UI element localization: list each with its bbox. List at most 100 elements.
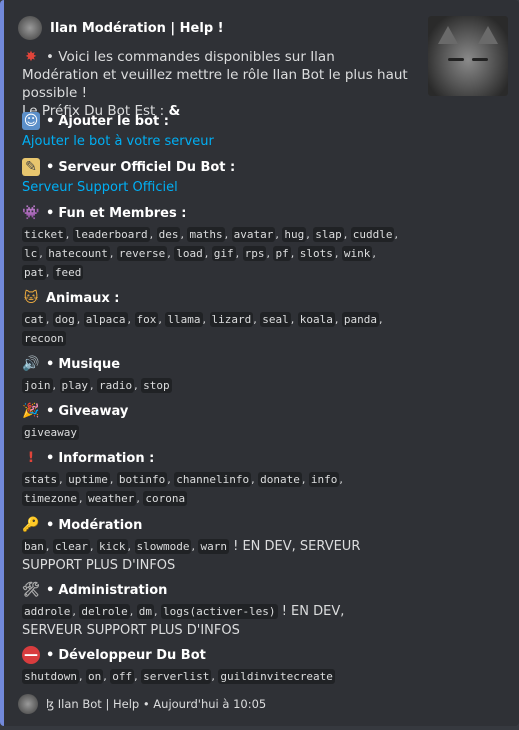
field-title: Fun et Membres :	[58, 205, 187, 221]
comma-separator: ,	[153, 605, 161, 618]
command-code: dm	[136, 604, 154, 619]
command-code: slap	[313, 227, 344, 242]
command-code: radio	[97, 378, 135, 393]
comma-separator: ,	[149, 228, 157, 241]
field-title: Modération	[58, 517, 143, 533]
command-code: off	[110, 669, 135, 684]
command-code: corona	[143, 491, 188, 506]
command-code: hatecount	[46, 246, 110, 261]
command-code: donate	[258, 472, 302, 487]
comma-separator: ,	[202, 313, 210, 326]
command-code: cuddle	[350, 227, 395, 242]
music-commands: join, play, radio, stop	[22, 376, 402, 395]
field-information: ! • Information : stats, uptime, botinfo, …	[22, 448, 402, 508]
field-title: Développeur Du Bot	[58, 647, 206, 663]
cat-icon: 🐱	[23, 290, 39, 306]
embed-card: Ilan Modération | Help ! ✸ • Voici les co…	[0, 0, 519, 726]
comma-separator: ,	[109, 247, 117, 260]
comma-separator: ,	[127, 313, 135, 326]
alien-icon: 👾	[22, 205, 40, 221]
speaker-icon: 🔊	[22, 356, 40, 372]
developer-commands: shutdown, on, off, serverlist, guildinvi…	[22, 667, 402, 686]
key-icon: 🔑	[22, 517, 40, 533]
command-code: seal	[260, 312, 291, 327]
field-title: Ajouter le bot :	[58, 113, 169, 129]
command-code: shutdown	[22, 669, 79, 684]
command-code: ticket	[22, 227, 66, 242]
comma-separator: ,	[52, 379, 60, 392]
command-code: gif	[211, 246, 236, 261]
field-developer: — • Développeur Du Bot shutdown, on, off, …	[22, 645, 402, 686]
command-code: stats	[22, 472, 60, 487]
comma-separator: ,	[224, 228, 232, 241]
cat-eye-right	[472, 58, 488, 61]
command-code: hug	[282, 227, 307, 242]
exclamation-icon: !	[27, 450, 35, 466]
comma-separator: ,	[45, 540, 53, 553]
command-code: recoon	[22, 331, 66, 346]
field-administration: 🛠 • Administration addrole, delrole, dm, l…	[22, 580, 402, 640]
command-code: maths	[187, 227, 225, 242]
robot-icon: ☺	[22, 112, 40, 130]
comma-separator: ,	[78, 492, 86, 505]
command-code: avatar	[231, 227, 276, 242]
add-bot-link[interactable]: Ajouter le bot à votre serveur	[22, 134, 214, 149]
command-code: slowmode	[134, 539, 192, 554]
thumbnail-cat-image[interactable]	[428, 16, 508, 96]
command-code: dog	[52, 312, 77, 327]
command-code: llama	[165, 312, 203, 327]
field-title: Serveur Officiel Du Bot :	[58, 159, 236, 175]
moderation-commands: ban, clear, kick, slowmode, warn ! EN DE…	[22, 537, 402, 575]
description-text: Voici les commandes disponibles sur Ilan…	[22, 49, 408, 101]
command-code: lizard	[209, 312, 254, 327]
command-code: channelinfo	[174, 472, 252, 487]
embed-footer: ɮ Ilan Bot | Help • Aujourd'hui à 10:05	[18, 694, 266, 714]
command-code: uptime	[66, 472, 110, 487]
comma-separator: ,	[129, 605, 137, 618]
comma-separator: ,	[379, 313, 383, 326]
field-moderation: 🔑 • Modération ban, clear, kick, slowmode,…	[22, 515, 402, 575]
command-code: giveaway	[22, 425, 79, 440]
command-code: slots	[297, 246, 335, 261]
comma-separator: ,	[334, 247, 342, 260]
comma-separator: ,	[65, 228, 73, 241]
party-popper-icon: 🎉	[22, 403, 40, 419]
collision-icon: ✸	[25, 49, 37, 65]
embed-description: ✸ • Voici les commandes disponibles sur I…	[22, 49, 408, 119]
comma-separator: ,	[343, 228, 351, 241]
comma-separator: ,	[290, 247, 298, 260]
author-name[interactable]: Ilan Modération | Help !	[50, 21, 224, 36]
information-commands: stats, uptime, botinfo, channelinfo, don…	[22, 470, 402, 508]
command-code: koala	[297, 312, 335, 327]
comma-separator: ,	[45, 266, 53, 279]
command-code: reverse	[116, 246, 168, 261]
command-code: join	[22, 378, 53, 393]
field-title: Animaux :	[46, 290, 120, 306]
command-code: alpaca	[83, 312, 128, 327]
comma-separator: ,	[301, 473, 309, 486]
command-code: delrole	[79, 604, 130, 619]
command-code: botinfo	[116, 472, 168, 487]
memo-icon: ✎	[22, 158, 40, 176]
author-avatar[interactable]	[18, 16, 42, 40]
command-code: des	[156, 227, 181, 242]
command-code: load	[174, 246, 205, 261]
field-add-bot: ☺ • Ajouter le bot : Ajouter le bot à votr…	[22, 112, 214, 149]
fun-commands: ticket, leaderboard, des, maths, avatar,…	[22, 225, 402, 282]
cat-ear-left	[438, 26, 458, 44]
administration-commands: addrole, delrole, dm, logs(activer-les) …	[22, 602, 402, 640]
command-code: clear	[52, 539, 90, 554]
command-code: weather	[85, 491, 137, 506]
field-official-server: ✎ • Serveur Officiel Du Bot : Serveur Supp…	[22, 158, 236, 195]
command-code: stop	[141, 378, 172, 393]
command-code: ban	[22, 539, 46, 554]
field-title: Giveaway	[58, 403, 129, 419]
animals-commands: cat, dog, alpaca, fox, llama, lizard, se…	[22, 310, 402, 348]
support-server-link[interactable]: Serveur Support Officiel	[22, 180, 178, 195]
embed-author: Ilan Modération | Help !	[18, 16, 224, 40]
command-code: pf	[273, 246, 291, 261]
comma-separator: ,	[90, 540, 97, 553]
command-code: play	[59, 378, 90, 393]
giveaway-commands: giveaway	[22, 423, 402, 442]
comma-separator: ,	[45, 313, 53, 326]
